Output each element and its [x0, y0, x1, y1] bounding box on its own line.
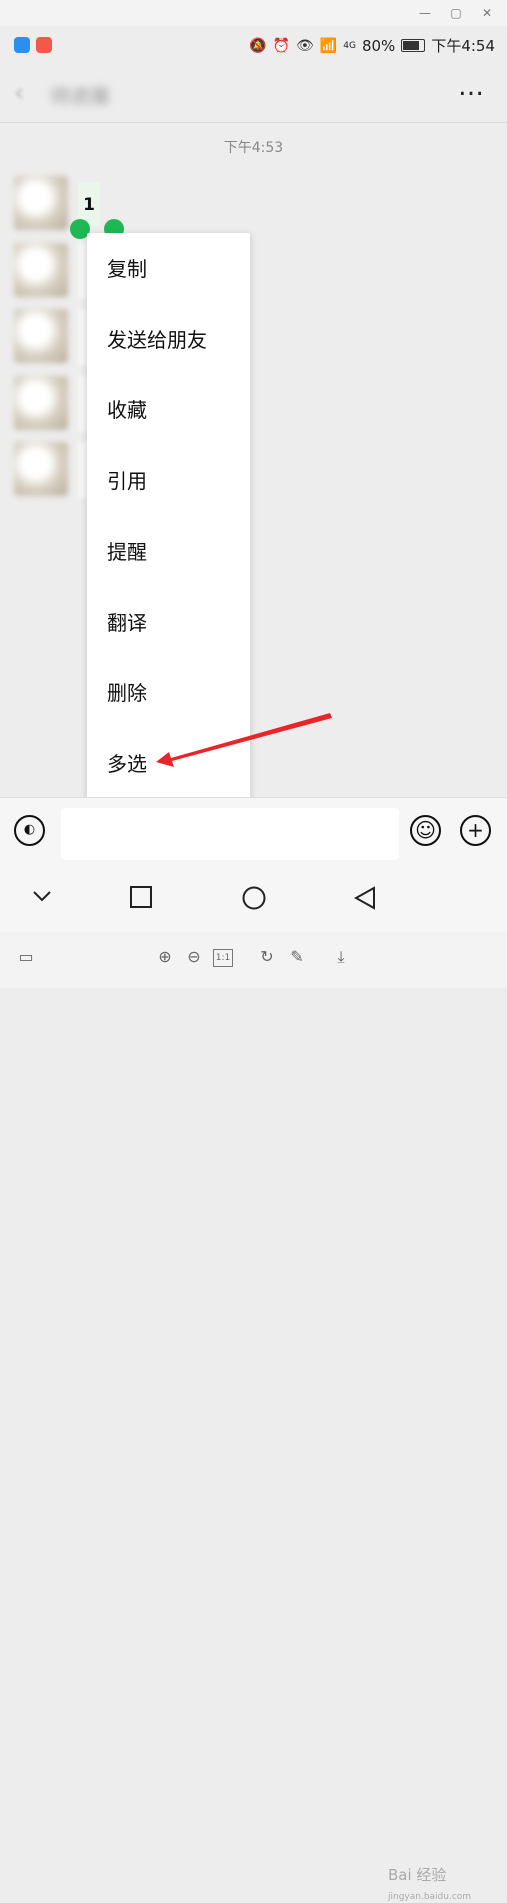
thumbnail-icon[interactable]: ▭: [15, 946, 37, 968]
watermark: Bai 经验 jingyan.baidu.com: [388, 1864, 471, 1903]
emoji-icon[interactable]: ☺: [410, 815, 441, 846]
download-icon[interactable]: ⤓: [330, 946, 352, 968]
recent-apps-icon[interactable]: [130, 886, 152, 908]
voice-input-icon[interactable]: ◐: [14, 815, 45, 846]
watermark-text: Bai 经验: [388, 1866, 447, 1884]
rotate-icon[interactable]: ↻: [256, 946, 278, 968]
system-navigation-bar: [0, 864, 507, 932]
chat-input-bar: ◐ ☺ +: [0, 797, 507, 864]
zoom-in-icon[interactable]: ⊕: [154, 946, 176, 968]
home-icon[interactable]: [242, 886, 266, 910]
actual-size-icon[interactable]: 1:1: [213, 949, 233, 967]
zoom-out-icon[interactable]: ⊖: [183, 946, 205, 968]
message-input[interactable]: [61, 808, 399, 860]
chevron-down-icon[interactable]: [32, 886, 52, 906]
plus-icon[interactable]: +: [460, 815, 491, 846]
watermark-url: jingyan.baidu.com: [388, 1892, 472, 1902]
back-icon[interactable]: [354, 886, 376, 910]
edit-icon[interactable]: ✎: [286, 946, 308, 968]
image-viewer-toolbar: ▭ ⊕ ⊖ 1:1 ↻ ✎ ⤓ Bai 经验 jingyan.baidu.com: [0, 932, 507, 1902]
